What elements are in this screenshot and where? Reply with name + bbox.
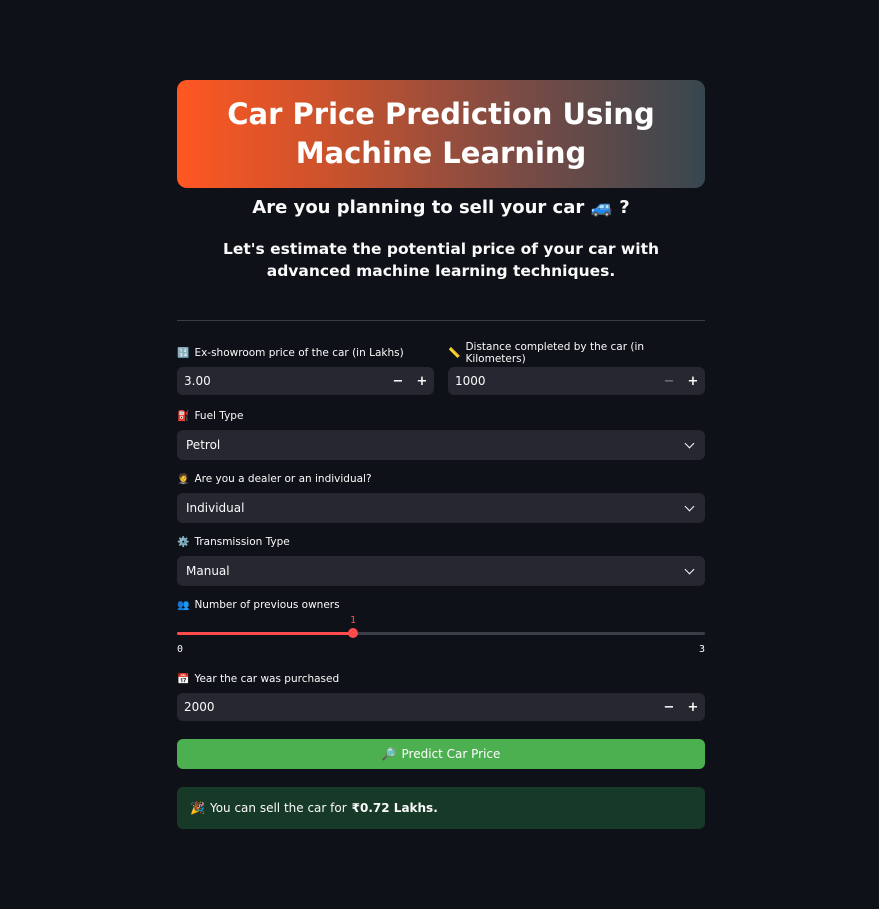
ex-showroom-value[interactable]: 3.00 — [177, 374, 386, 388]
chevron-down-icon[interactable] — [684, 438, 695, 448]
fuel-type-label-text: Fuel Type — [194, 410, 244, 422]
subtitle-end: ? — [619, 197, 630, 218]
page-title: Car Price Prediction Using Machine Learn… — [227, 97, 655, 170]
party-icon: 🎉 — [190, 801, 205, 815]
seller-type-field: 🤵 Are you a dealer or an individual? Ind… — [177, 472, 705, 523]
distance-decrement-button[interactable]: − — [657, 367, 681, 395]
owners-slider-thumb[interactable] — [348, 628, 358, 638]
transmission-value: Manual — [186, 564, 230, 578]
result-text: You can sell the car for — [209, 801, 347, 815]
magnifier-icon: 🔎 — [381, 747, 397, 761]
ex-showroom-decrement-button[interactable]: − — [386, 367, 410, 395]
ruler-icon: 📏 — [448, 347, 461, 359]
chevron-down-icon[interactable] — [684, 501, 695, 511]
fuel-type-label: ⛽ Fuel Type — [177, 409, 705, 423]
calendar-icon: 📅 — [177, 673, 190, 685]
owners-slider-min: 0 — [177, 644, 184, 655]
ex-showroom-label: 🔢 Ex-showroom price of the car (in Lakhs… — [177, 346, 434, 360]
predict-button[interactable]: 🔎 Predict Car Price — [177, 739, 705, 769]
subtitle-text: Are you planning to sell your car — [252, 197, 585, 218]
owners-slider-field: 👥 Number of previous owners 1 0 3 — [177, 598, 705, 655]
year-increment-button[interactable]: + — [681, 693, 705, 721]
year-decrement-button[interactable]: − — [657, 693, 681, 721]
gear-icon: ⚙️ — [177, 536, 190, 548]
year-label: 📅 Year the car was purchased — [177, 672, 705, 686]
distance-increment-button[interactable]: + — [681, 367, 705, 395]
year-value[interactable]: 2000 — [177, 700, 657, 714]
main-container: Car Price Prediction Using Machine Learn… — [177, 80, 705, 829]
owners-slider-track[interactable] — [177, 628, 705, 638]
title-banner: Car Price Prediction Using Machine Learn… — [177, 80, 705, 188]
ex-showroom-increment-button[interactable]: + — [410, 367, 434, 395]
ex-showroom-label-text: Ex-showroom price of the car (in Lakhs) — [194, 347, 404, 359]
result-alert: 🎉 You can sell the car for ₹0.72 Lakhs. — [177, 787, 705, 829]
result-amount: ₹0.72 Lakhs. — [351, 801, 438, 815]
people-icon: 👥 — [177, 599, 190, 611]
seller-type-value: Individual — [186, 501, 245, 515]
owners-label-text: Number of previous owners — [194, 599, 340, 611]
distance-field: 📏 Distance completed by the car (in Kilo… — [448, 341, 705, 395]
year-input[interactable]: 2000 − + — [177, 693, 705, 721]
person-icon: 🤵 — [177, 473, 190, 485]
ex-showroom-input[interactable]: 3.00 − + — [177, 367, 434, 395]
seller-type-label: 🤵 Are you a dealer or an individual? — [177, 472, 705, 486]
transmission-label: ⚙️ Transmission Type — [177, 535, 705, 549]
transmission-field: ⚙️ Transmission Type Manual — [177, 535, 705, 586]
distance-label: 📏 Distance completed by the car (in Kilo… — [448, 341, 705, 365]
transmission-select[interactable]: Manual — [177, 556, 705, 586]
fuel-pump-icon: ⛽ — [177, 410, 190, 422]
owners-slider-value: 1 — [350, 615, 357, 626]
seller-type-label-text: Are you a dealer or an individual? — [194, 473, 372, 485]
distance-label-text: Distance completed by the car (in Kilome… — [465, 341, 645, 365]
car-icon: 🚙 — [590, 197, 613, 218]
predict-button-label: Predict Car Price — [401, 747, 501, 761]
owners-label: 👥 Number of previous owners — [177, 598, 705, 612]
numbers-icon: 🔢 — [177, 347, 190, 359]
fuel-type-field: ⛽ Fuel Type Petrol — [177, 409, 705, 460]
subtitle: Are you planning to sell your car 🚙 ? — [177, 196, 705, 220]
owners-slider-max: 3 — [698, 644, 705, 655]
distance-input[interactable]: 1000 − + — [448, 367, 705, 395]
chevron-down-icon[interactable] — [684, 564, 695, 574]
year-field: 📅 Year the car was purchased 2000 − + — [177, 672, 705, 721]
seller-type-select[interactable]: Individual — [177, 493, 705, 523]
fuel-type-select[interactable]: Petrol — [177, 430, 705, 460]
distance-value[interactable]: 1000 — [448, 374, 657, 388]
divider — [177, 320, 705, 321]
year-label-text: Year the car was purchased — [194, 673, 340, 685]
fuel-type-value: Petrol — [186, 438, 221, 452]
owners-slider-fill — [177, 632, 353, 635]
ex-showroom-field: 🔢 Ex-showroom price of the car (in Lakhs… — [177, 346, 434, 395]
tagline: Let's estimate the potential price of yo… — [222, 240, 660, 280]
transmission-label-text: Transmission Type — [194, 536, 290, 548]
